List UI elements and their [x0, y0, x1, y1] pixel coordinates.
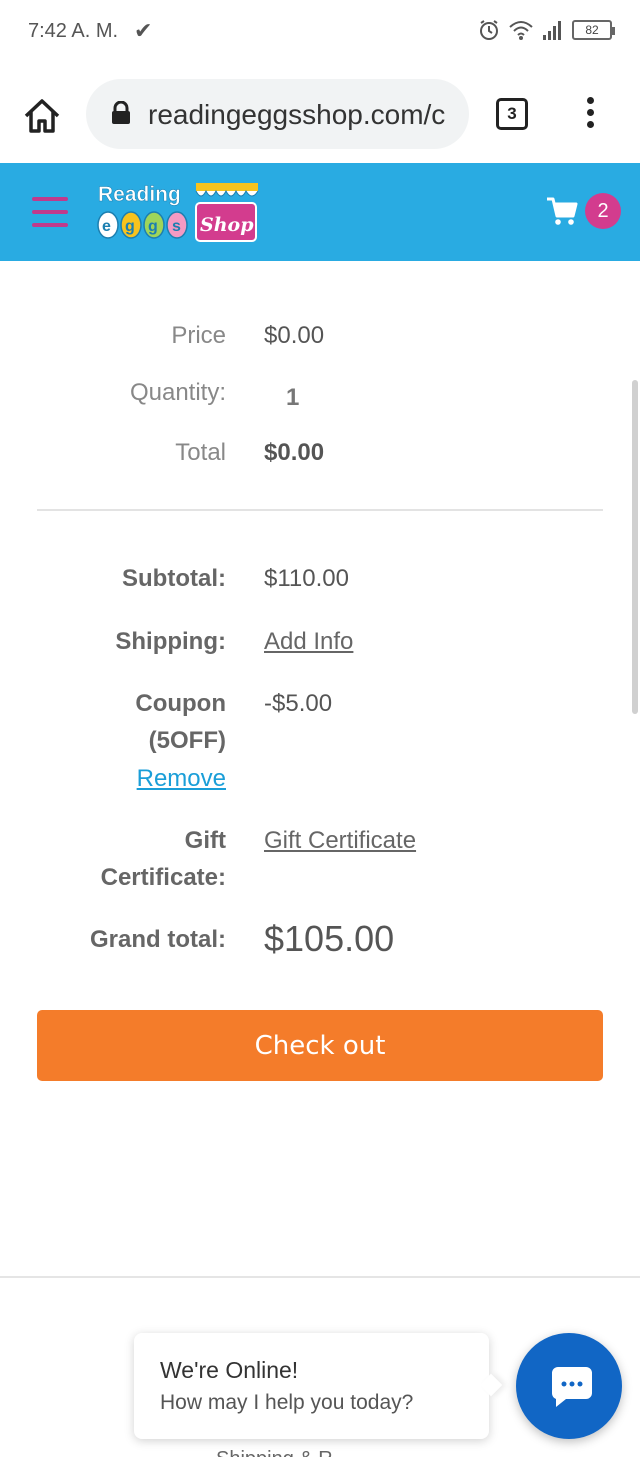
total-value: $0.00 — [264, 439, 325, 466]
alarm-icon — [480, 20, 498, 40]
svg-text:s: s — [172, 218, 181, 235]
svg-text:Shop: Shop — [200, 214, 254, 236]
footer-divider — [0, 1276, 640, 1278]
hamburger-menu-icon[interactable] — [32, 197, 68, 227]
status-icons: 82 — [478, 19, 615, 41]
cart-icon[interactable] — [546, 196, 578, 226]
quantity-label: Quantity: — [129, 379, 226, 406]
browser-toolbar: readingeggsshop.com/c 3 — [0, 66, 640, 163]
download-check-icon: ✔ — [134, 18, 153, 43]
battery-icon: 82 — [572, 20, 615, 40]
shipping-add-info-link[interactable]: Add Info — [264, 628, 353, 656]
svg-text:g: g — [125, 218, 135, 235]
gift-certificate-label: Gift — [184, 827, 226, 854]
battery-level: 82 — [585, 23, 599, 37]
quantity-value[interactable]: 1 — [286, 384, 299, 412]
footer-link-partial[interactable]: Shipping & R... — [216, 1448, 349, 1457]
subtotal-label: Subtotal: — [122, 565, 226, 592]
status-bar: 7:42 A. M. ✔ 82 — [0, 0, 640, 66]
svg-text:g: g — [148, 218, 158, 235]
status-time: 7:42 A. M. — [28, 20, 119, 42]
subtotal-value: $110.00 — [264, 565, 349, 592]
total-label: Total — [175, 439, 226, 466]
gift-certificate-label-line2: Certificate: — [100, 864, 226, 891]
home-icon[interactable] — [22, 96, 62, 136]
address-bar[interactable]: readingeggsshop.com/c — [86, 79, 469, 149]
chat-bubble-icon — [551, 1367, 592, 1407]
signal-icon — [543, 21, 561, 40]
chat-subtitle: How may I help you today? — [160, 1391, 414, 1414]
checkout-label: Check out — [254, 1030, 386, 1061]
gift-certificate-link[interactable]: Gift Certificate — [264, 827, 416, 855]
coupon-code: (5OFF) — [148, 727, 226, 754]
lock-icon — [112, 101, 130, 124]
url-text: readingeggsshop.com/c — [148, 99, 446, 130]
shipping-label: Shipping: — [115, 628, 226, 655]
tab-count: 3 — [507, 104, 517, 123]
svg-text:Reading: Reading — [98, 183, 181, 206]
coupon-remove-link[interactable]: Remove — [26, 765, 226, 793]
tab-switcher-button[interactable]: 3 — [496, 98, 528, 130]
coupon-value: -$5.00 — [264, 690, 333, 717]
price-value: $0.00 — [264, 322, 325, 349]
chat-title: We're Online! — [160, 1357, 299, 1383]
wifi-icon — [509, 21, 533, 40]
price-label: Price — [171, 322, 226, 349]
page-scrollbar[interactable] — [632, 380, 638, 714]
divider — [37, 509, 603, 511]
site-header: Reading e g g s Shop — [0, 163, 640, 261]
cart-count: 2 — [597, 199, 609, 222]
reading-eggs-shop-logo[interactable]: Reading e g g s Shop — [96, 179, 262, 243]
checkout-button[interactable]: Check out — [37, 1010, 603, 1081]
coupon-label: Coupon — [135, 690, 226, 717]
chat-launcher-button[interactable] — [516, 1333, 622, 1439]
grand-total-label: Grand total: — [90, 926, 226, 953]
grand-total-value: $105.00 — [264, 918, 395, 959]
chat-greeting-popup[interactable]: We're Online! How may I help you today? — [134, 1333, 489, 1439]
svg-text:e: e — [102, 218, 111, 235]
cart-count-badge[interactable]: 2 — [585, 193, 621, 229]
browser-menu-icon[interactable] — [582, 97, 598, 133]
